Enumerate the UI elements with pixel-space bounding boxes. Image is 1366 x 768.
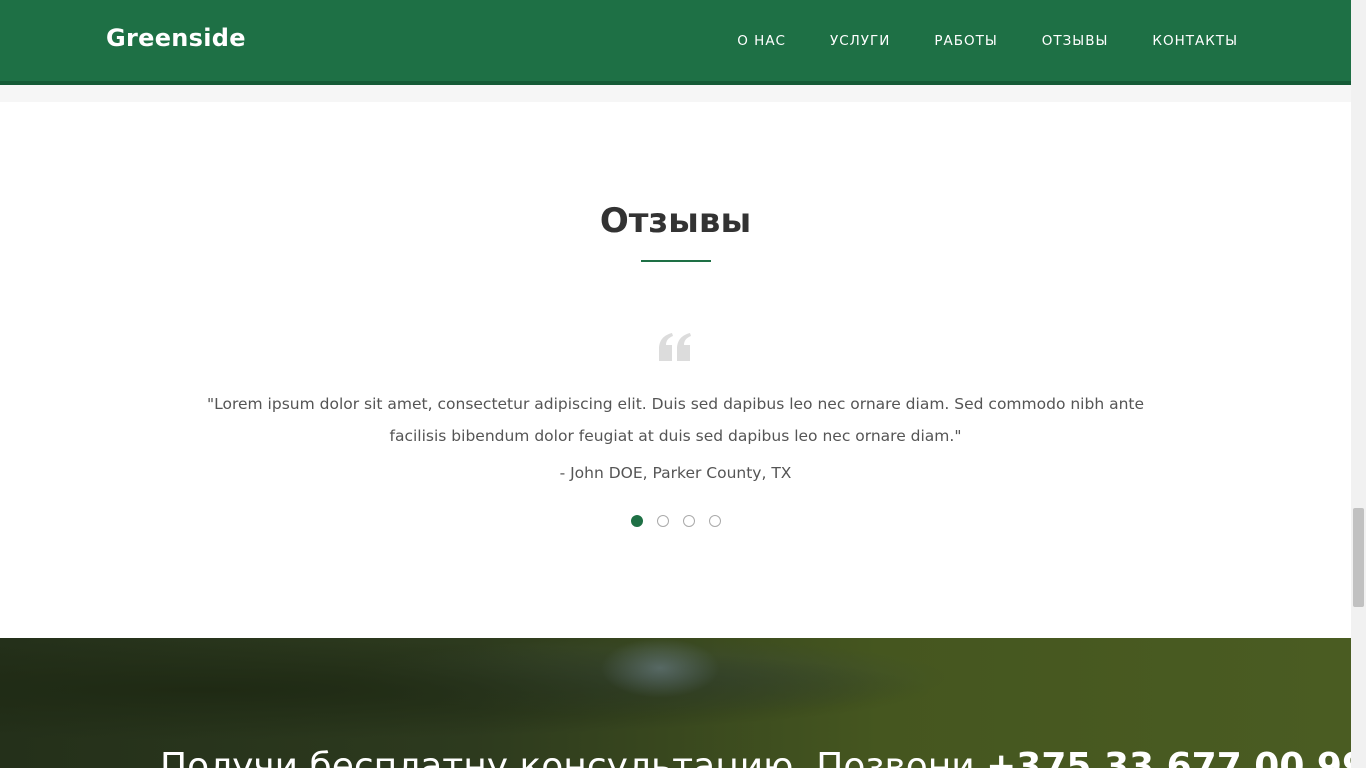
- carousel-dot-4[interactable]: [709, 515, 721, 527]
- cta-banner: Получи бесплатну консультацию. Позвони +…: [0, 638, 1351, 768]
- carousel-pagination: [631, 515, 735, 527]
- top-navbar: Greenside О НАС УСЛУГИ РАБОТЫ ОТЗЫВЫ КОН…: [0, 0, 1351, 85]
- brand-logo[interactable]: Greenside: [106, 24, 246, 52]
- page-scrollbar[interactable]: [1351, 0, 1366, 768]
- nav-link-services[interactable]: УСЛУГИ: [830, 33, 890, 49]
- carousel-dot-2[interactable]: [657, 515, 669, 527]
- scrollbar-thumb[interactable]: [1353, 508, 1364, 607]
- main-nav: О НАС УСЛУГИ РАБОТЫ ОТЗЫВЫ КОНТАКТЫ: [693, 33, 1238, 49]
- nav-link-about[interactable]: О НАС: [737, 33, 786, 49]
- section-divider: [0, 85, 1351, 102]
- background-image: [600, 638, 720, 698]
- carousel-dot-3[interactable]: [683, 515, 695, 527]
- cta-text: Получи бесплатну консультацию. Позвони: [160, 746, 987, 768]
- testimonial-quote: "Lorem ipsum dolor sit amet, consectetur…: [206, 395, 1145, 445]
- carousel-dot-1[interactable]: [631, 515, 643, 527]
- nav-link-contacts[interactable]: КОНТАКТЫ: [1152, 33, 1238, 49]
- quote-icon: [659, 333, 691, 361]
- cta-heading: Получи бесплатну консультацию. Позвони +…: [160, 746, 1351, 768]
- title-underline: [641, 260, 711, 262]
- nav-link-works[interactable]: РАБОТЫ: [934, 33, 997, 49]
- section-title: Отзывы: [599, 201, 752, 241]
- testimonials-section: Отзывы "Lorem ipsum dolor sit amet, cons…: [0, 102, 1351, 638]
- cta-phone-number[interactable]: +375 33 677 00 99: [986, 746, 1351, 768]
- testimonial-author: - John DOE, Parker County, TX: [559, 464, 792, 482]
- nav-link-reviews[interactable]: ОТЗЫВЫ: [1042, 33, 1109, 49]
